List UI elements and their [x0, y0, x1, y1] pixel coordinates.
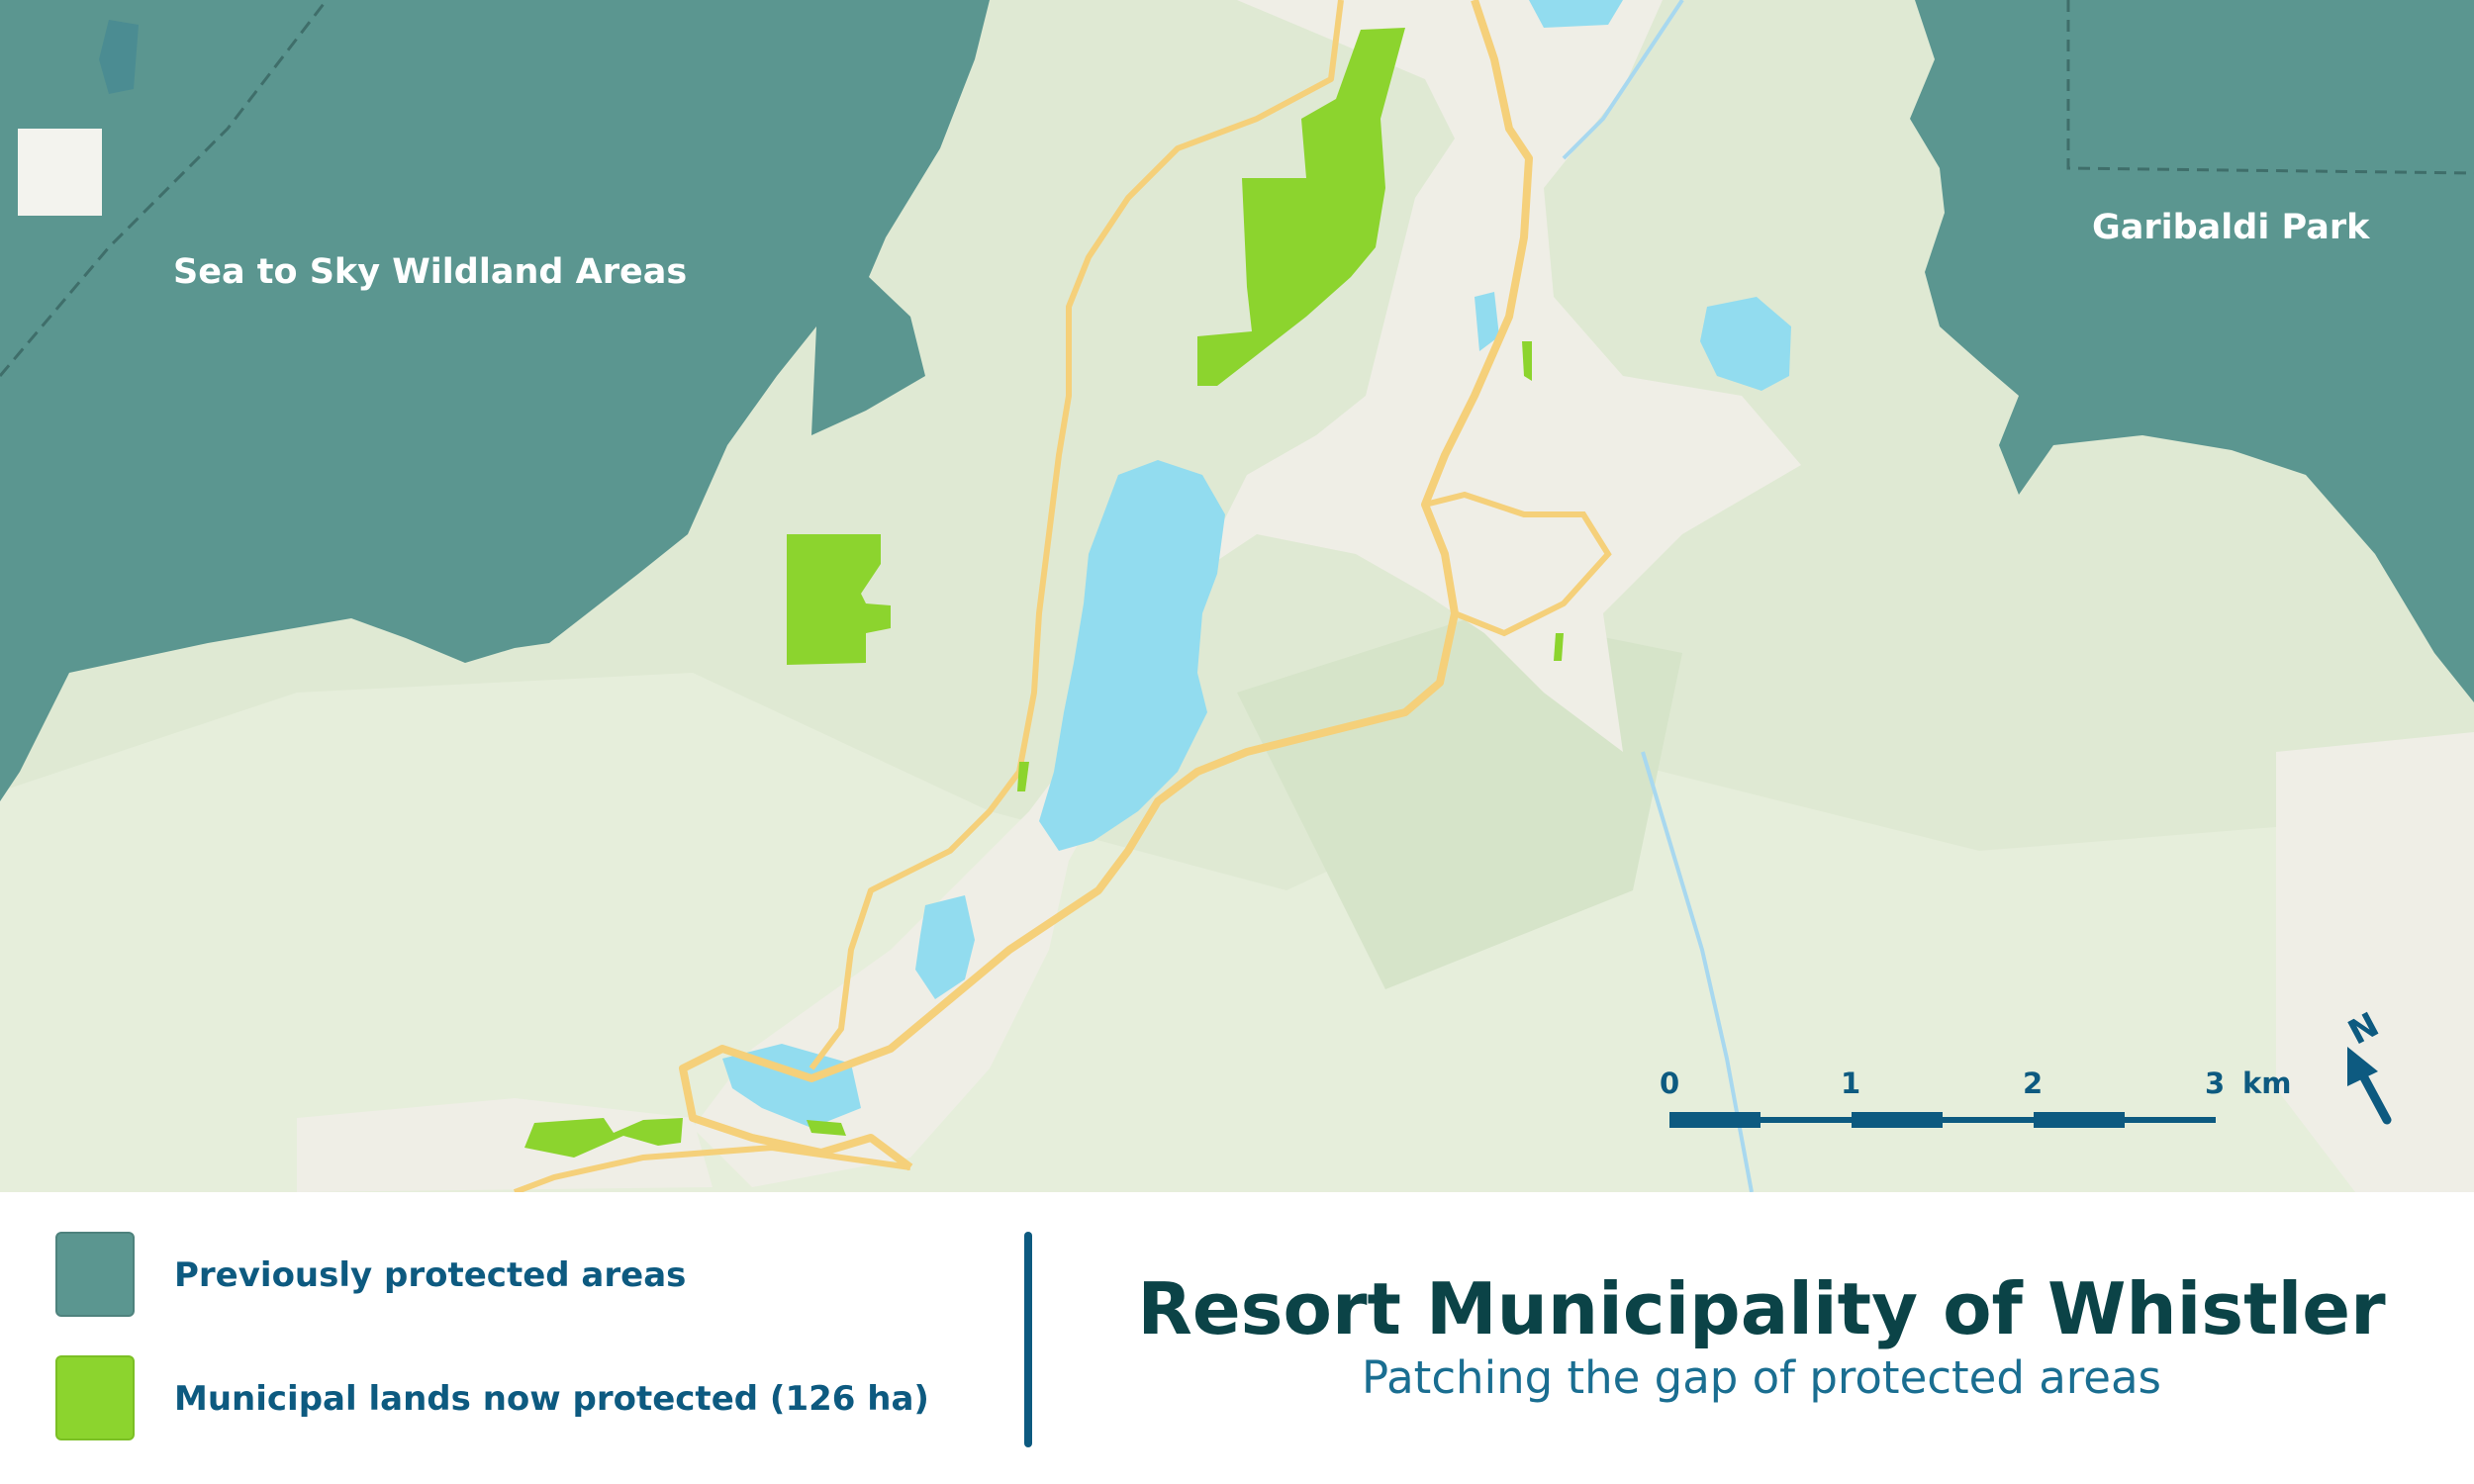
scale-bar-segment: [2125, 1117, 2216, 1123]
area-label-garibaldi: Garibaldi Park: [2092, 208, 2370, 247]
scale-bar-segment: [1760, 1117, 1852, 1123]
urban-area-east: [2276, 732, 2474, 1192]
map-panel[interactable]: N Sea to Sky Wildland Areas Garibaldi Pa…: [0, 0, 2474, 1192]
scale-tick-label: 0: [1660, 1067, 1680, 1100]
scale-tick-label: 1: [1841, 1067, 1861, 1100]
legend-swatch-newly-protected: [55, 1355, 135, 1440]
legend-swatch-previously-protected: [55, 1232, 135, 1317]
scale-bar-segment: [2034, 1112, 2125, 1128]
scale-bar-segment: [1943, 1117, 2034, 1123]
private-parcel: [18, 129, 102, 216]
map-canvas[interactable]: N: [0, 0, 2474, 1192]
scale-bar-segment: [1852, 1112, 1943, 1128]
scale-bar-segment: [1669, 1112, 1760, 1128]
legend-label-newly-protected: Municipal lands now protected (126 ha): [174, 1379, 929, 1419]
map-title: Resort Municipality of Whistler: [1137, 1267, 2386, 1350]
title-block: Resort Municipality of Whistler Patching…: [1079, 1267, 2444, 1406]
legend-divider: [1024, 1232, 1032, 1447]
area-label-sea-to-sky: Sea to Sky Wildland Areas: [173, 252, 688, 292]
scale-unit-label: km: [2242, 1067, 2292, 1100]
legend-panel: Previously protected areas Municipal lan…: [0, 1192, 2474, 1484]
map-subtitle: Patching the gap of protected areas: [1361, 1351, 2161, 1404]
legend-label-previously-protected: Previously protected areas: [174, 1255, 687, 1295]
legend-item-previously-protected: Previously protected areas: [55, 1232, 946, 1321]
scale-tick-label: 2: [2023, 1067, 2044, 1100]
legend-item-newly-protected: Municipal lands now protected (126 ha): [55, 1355, 946, 1444]
scale-tick-label: 3: [2205, 1067, 2226, 1100]
